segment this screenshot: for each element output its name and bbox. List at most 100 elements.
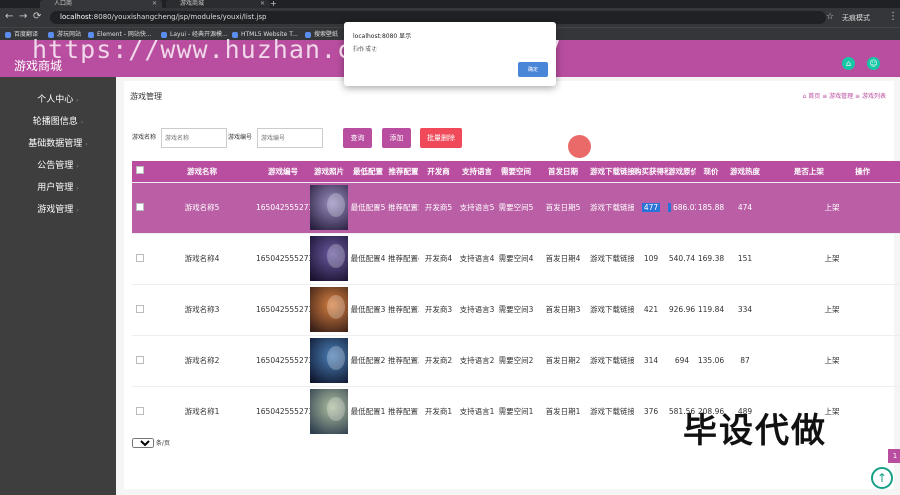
sidebar-item-notices[interactable]: 公告管理 › <box>0 155 116 177</box>
cell-min-config: 最低配置2 <box>348 334 388 386</box>
url-host: localhost <box>60 13 92 21</box>
reload-icon[interactable]: ⟳ <box>33 11 41 23</box>
cell-code: 16504255527356 <box>256 385 310 437</box>
game-name-input[interactable] <box>161 128 227 148</box>
cell-price: 169.38 <box>696 232 726 284</box>
name-label: 游戏名称 <box>132 134 157 141</box>
star-icon[interactable]: ☆ <box>826 11 834 23</box>
row-checkbox-cell[interactable] <box>132 334 148 386</box>
cell-points: 376 <box>634 385 668 437</box>
cell-download-link: 游戏下载链接2 <box>590 334 634 386</box>
sidebar-item-users[interactable]: 用户管理 › <box>0 177 116 199</box>
select-all-cell[interactable] <box>132 161 148 182</box>
cell-code: 165042555273534 <box>256 283 310 335</box>
col-header: 最低配置 <box>348 161 388 182</box>
tab-1-label: 人口商 <box>54 0 73 7</box>
row-checkbox-cell[interactable] <box>132 232 148 284</box>
col-header-label: 是否上架 <box>793 166 824 176</box>
cell-on-shelf: 上架 <box>764 283 900 335</box>
page-number-1[interactable]: 1 <box>888 449 900 463</box>
cell-code: 165042555273578 <box>256 232 310 284</box>
batch-delete-button[interactable]: 批量删除 <box>420 128 462 148</box>
cell-points: 109 <box>634 232 668 284</box>
sidebar-item-label: 用户管理 <box>37 183 74 193</box>
stamp-text: 毕设代做 <box>683 411 827 451</box>
row-checkbox[interactable] <box>136 304 144 313</box>
menu-icon[interactable]: ⋮ <box>888 11 898 23</box>
query-button[interactable]: 查询 <box>343 128 372 148</box>
game-code-input[interactable] <box>257 128 323 148</box>
cell-language: 支持语言5 <box>458 181 496 233</box>
row-checkbox-cell[interactable] <box>132 283 148 335</box>
add-button[interactable]: 添加 <box>382 128 411 148</box>
cell-date: 首发日期1 <box>536 385 590 437</box>
close-icon[interactable]: ✕ <box>152 0 157 8</box>
game-thumbnail[interactable] <box>310 236 348 281</box>
dialog-ok-button[interactable]: 确定 <box>518 62 548 77</box>
cell-date: 首发日期5 <box>536 181 590 233</box>
new-tab-icon[interactable]: + <box>270 0 277 8</box>
sidebar-item-profile[interactable]: 个人中心 › <box>0 89 116 111</box>
game-thumbnail[interactable] <box>310 185 348 230</box>
sidebar-item-basic-data[interactable]: 基础数据管理 › <box>0 133 116 155</box>
profile-label[interactable]: 无痕模式 <box>842 12 870 24</box>
table-row[interactable]: 游戏名称516504255527358 3 最低配置5推荐配置5开发商5支持语言5… <box>132 181 900 233</box>
original-price-value: 694 <box>674 356 690 365</box>
game-thumbnail[interactable] <box>310 287 348 332</box>
cell-name: 游戏名称2 <box>148 334 256 386</box>
forward-icon[interactable]: → <box>19 11 27 23</box>
row-checkbox[interactable] <box>136 253 144 262</box>
cell-photo <box>310 385 348 437</box>
user-icon[interactable]: ☺ <box>867 57 880 70</box>
sidebar-item-label: 公告管理 <box>37 161 74 171</box>
table-row[interactable]: 游戏名称2165042555273567 最低配置2推荐配置2开发商2支持语言2需… <box>132 334 900 386</box>
cell-original-price: 540.74 <box>668 232 696 284</box>
cell-photo <box>310 283 348 335</box>
cell-min-config: 最低配置3 <box>348 283 388 335</box>
sidebar-item-carousel[interactable]: 轮播图信息 › <box>0 111 116 133</box>
close-icon[interactable]: ✕ <box>260 0 265 8</box>
home-icon[interactable]: ⌂ <box>842 57 855 70</box>
page-size-select[interactable]: 10 <box>132 438 154 448</box>
select-all-checkbox[interactable] <box>136 166 144 175</box>
browser-tab-2[interactable]: 游戏商城 ✕ <box>166 0 270 8</box>
cell-min-config: 最低配置5 <box>348 181 388 233</box>
row-checkbox[interactable] <box>136 406 144 415</box>
col-header: 游戏照片 <box>310 161 348 182</box>
row-checkbox[interactable] <box>136 355 144 364</box>
points-value: 477 <box>641 203 661 212</box>
sidebar-item-label: 轮播图信息 <box>32 117 78 127</box>
pagination: 10 条/页 <box>132 438 170 448</box>
cell-developer: 开发商3 <box>419 283 458 335</box>
row-checkbox-cell[interactable] <box>132 181 148 233</box>
row-checkbox-cell[interactable] <box>132 385 148 437</box>
cell-rec-config: 推荐配置2 <box>388 334 419 386</box>
cell-name: 游戏名称5 <box>148 181 256 233</box>
col-header: 是否上架 操作 <box>764 161 900 182</box>
cell-language: 支持语言4 <box>458 232 496 284</box>
game-thumbnail[interactable] <box>310 389 348 435</box>
cell-min-config: 最低配置1 <box>348 385 388 437</box>
row-checkbox[interactable] <box>136 202 144 211</box>
cell-code: 165042555273567 <box>256 334 310 386</box>
scroll-top-icon[interactable]: ↑ <box>871 467 893 489</box>
cell-space: 需要空间3 <box>496 283 536 335</box>
sidebar: 个人中心 › 轮播图信息 › 基础数据管理 › 公告管理 › 用户管理 › 游戏管理 › <box>0 77 116 495</box>
cell-download-link: 游戏下载链接1 <box>590 385 634 437</box>
game-thumbnail[interactable] <box>310 338 348 383</box>
back-icon[interactable]: ← <box>5 11 13 23</box>
col-header: 首发日期 <box>536 161 590 182</box>
browser-tab-1[interactable]: 人口商 ✕ <box>40 0 162 8</box>
cell-space: 需要空间4 <box>496 232 536 284</box>
table-row[interactable]: 游戏名称4165042555273578 最低配置4推荐配置4开发商4支持语言4需… <box>132 232 900 284</box>
cell-name: 游戏名称3 <box>148 283 256 335</box>
cursor-indicator <box>568 135 591 158</box>
cell-language: 支持语言2 <box>458 334 496 386</box>
table-row[interactable]: 游戏名称3165042555273534 最低配置3推荐配置3开发商3支持语言3需… <box>132 283 900 335</box>
cell-price: 185.88 <box>696 181 726 233</box>
points-value: 421 <box>643 305 659 314</box>
cell-heat: 151 <box>726 232 764 284</box>
per-page-label: 条/页 <box>155 440 170 447</box>
sidebar-item-games[interactable]: 游戏管理 › <box>0 199 116 221</box>
chevron-right-icon: › <box>76 207 79 214</box>
